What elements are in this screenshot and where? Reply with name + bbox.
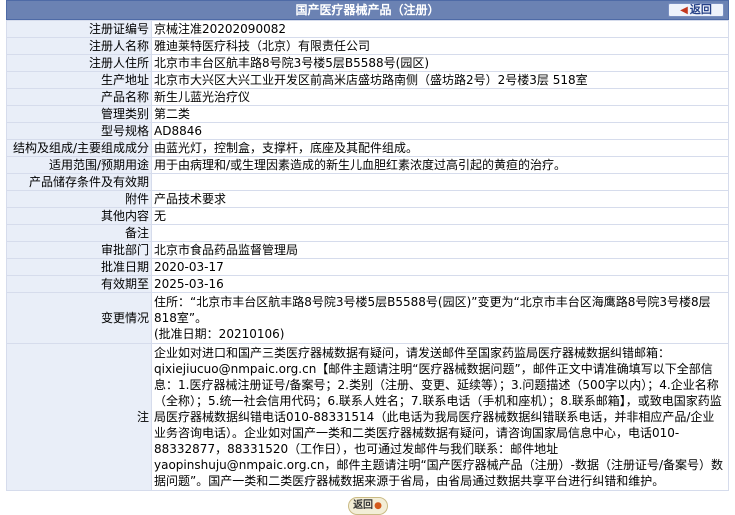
row-value: 第二类: [151, 105, 729, 123]
row-label: 结构及组成/主要组成成分: [6, 139, 152, 157]
change-approval-date: (批准日期：20210106): [154, 327, 285, 341]
change-detail: 住所：“北京市丰台区航丰路8号院3号楼5层B5588号(园区)”变更为“北京市丰…: [154, 295, 711, 325]
row-value: 2025-03-16: [151, 275, 729, 293]
back-button-top[interactable]: ◀ 返回: [668, 3, 724, 17]
row-value: 雅迪莱特医疗科技（北京）有限责任公司: [151, 37, 729, 55]
page-title: 国产医疗器械产品（注册）: [295, 3, 440, 17]
row-label: 型号规格: [6, 122, 152, 140]
table-row: 批准日期 2020-03-17: [6, 258, 729, 276]
row-label: 管理类别: [6, 105, 152, 123]
table-row: 管理类别 第二类: [6, 105, 729, 123]
row-label: 批准日期: [6, 258, 152, 276]
table-row: 结构及组成/主要组成成分 由蓝光灯，控制盒，支撑杆，底座及其配件组成。: [6, 139, 729, 157]
row-label: 注册证编号: [6, 20, 152, 38]
table-row: 附件 产品技术要求: [6, 190, 729, 208]
back-button-bottom[interactable]: 返回●: [347, 497, 388, 515]
table-row: 生产地址 北京市大兴区大兴工业开发区前高米店盛坊路南侧（盛坊路2号）2号楼3层 5…: [6, 71, 729, 89]
row-value: 新生儿蓝光治疗仪: [151, 88, 729, 106]
notice-text: 企业如对进口和国产三类医疗器械数据有疑问，请发送邮件至国家药监局医疗器械数据纠错…: [151, 343, 729, 491]
table-row: 注册人名称 雅迪莱特医疗科技（北京）有限责任公司: [6, 37, 729, 55]
registration-info-table: 注册证编号 京械注准20202090082 注册人名称 雅迪莱特医疗科技（北京）有限责…: [6, 20, 729, 491]
back-button-label: 返回: [353, 500, 374, 511]
row-label: 其他内容: [6, 207, 152, 225]
arrow-right-icon: ●: [374, 501, 382, 511]
table-row: 产品名称 新生儿蓝光治疗仪: [6, 88, 729, 106]
row-value: 京械注准20202090082: [151, 20, 729, 38]
row-label: 适用范围/预期用途: [6, 156, 152, 174]
row-label: 审批部门: [6, 241, 152, 259]
row-value: [151, 173, 729, 191]
row-label: 变更情况: [6, 292, 152, 344]
row-label: 注册人住所: [6, 54, 152, 72]
row-value: 2020-03-17: [151, 258, 729, 276]
table-row-change: 变更情况 住所：“北京市丰台区航丰路8号院3号楼5层B5588号(园区)”变更为…: [6, 292, 729, 344]
table-row: 注册证编号 京械注准20202090082: [6, 20, 729, 38]
row-value: 无: [151, 207, 729, 225]
row-value: 北京市食品药品监督管理局: [151, 241, 729, 259]
row-value-change: 住所：“北京市丰台区航丰路8号院3号楼5层B5588号(园区)”变更为“北京市丰…: [151, 292, 729, 344]
row-value: 由蓝光灯，控制盒，支撑杆，底座及其配件组成。: [151, 139, 729, 157]
footer: 返回●: [6, 497, 729, 515]
row-value: AD8846: [151, 122, 729, 140]
row-label: 生产地址: [6, 71, 152, 89]
table-row: 型号规格 AD8846: [6, 122, 729, 140]
row-label: 产品储存条件及有效期: [6, 173, 152, 191]
back-button-label: 返回: [689, 3, 712, 16]
table-row: 注册人住所 北京市丰台区航丰路8号院3号楼5层B5588号(园区): [6, 54, 729, 72]
table-row-note: 注 企业如对进口和国产三类医疗器械数据有疑问，请发送邮件至国家药监局医疗器械数据…: [6, 343, 729, 491]
row-value: [151, 224, 729, 242]
row-value: 用于由病理和/或生理因素造成的新生儿血胆红素浓度过高引起的黄疸的治疗。: [151, 156, 729, 174]
table-row: 其他内容无: [6, 207, 729, 225]
table-row: 产品储存条件及有效期: [6, 173, 729, 191]
row-label: 产品名称: [6, 88, 152, 106]
table-row: 备注: [6, 224, 729, 242]
row-label: 备注: [6, 224, 152, 242]
table-row: 有效期至 2025-03-16: [6, 275, 729, 293]
arrow-left-icon: ◀: [680, 5, 688, 16]
title-bar: 国产医疗器械产品（注册） ◀ 返回: [6, 0, 729, 20]
row-value: 产品技术要求: [151, 190, 729, 208]
table-row: 适用范围/预期用途 用于由病理和/或生理因素造成的新生儿血胆红素浓度过高引起的黄疸…: [6, 156, 729, 174]
row-label: 注册人名称: [6, 37, 152, 55]
row-value: 北京市丰台区航丰路8号院3号楼5层B5588号(园区): [151, 54, 729, 72]
table-row: 审批部门 北京市食品药品监督管理局: [6, 241, 729, 259]
row-value: 北京市大兴区大兴工业开发区前高米店盛坊路南侧（盛坊路2号）2号楼3层 518室: [151, 71, 729, 89]
detail-panel: 国产医疗器械产品（注册） ◀ 返回 注册证编号 京械注准20202090082 注册人…: [6, 0, 729, 515]
row-label: 注: [6, 343, 152, 491]
row-label: 附件: [6, 190, 152, 208]
row-label: 有效期至: [6, 275, 152, 293]
